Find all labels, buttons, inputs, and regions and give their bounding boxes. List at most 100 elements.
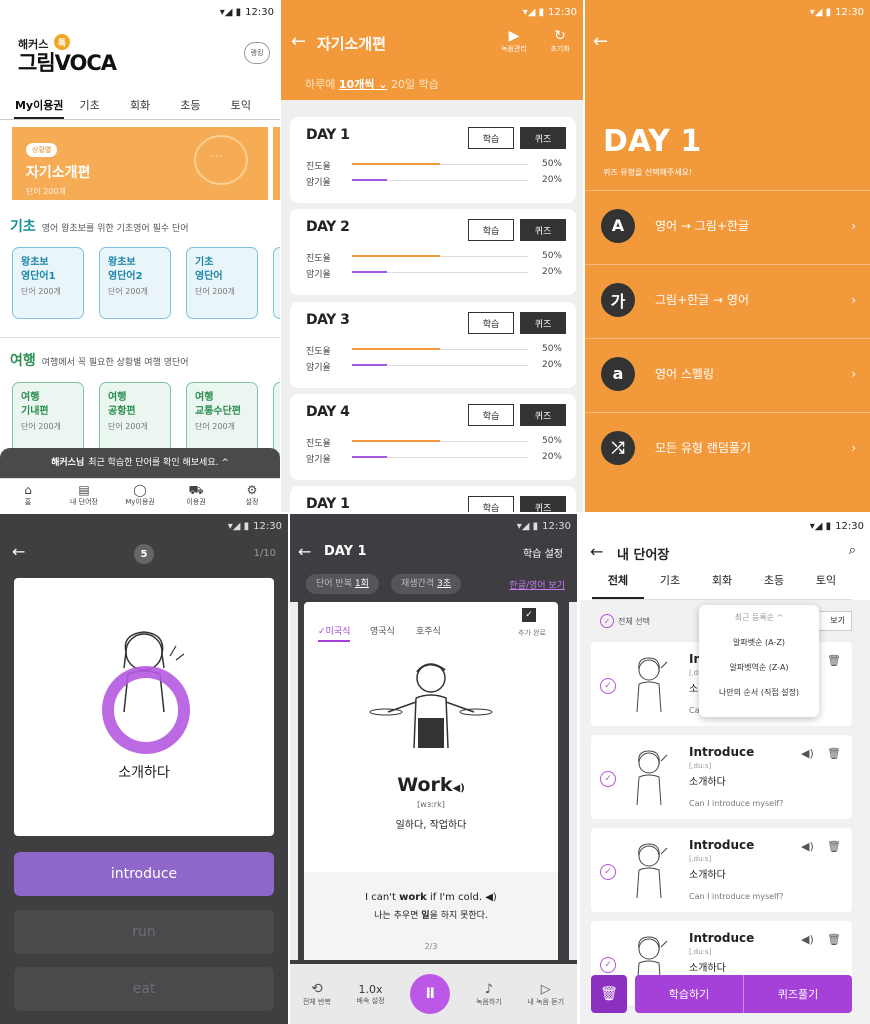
trash-icon[interactable]: 🗑 [827,654,841,667]
tab-elementary[interactable]: 초등 [165,96,215,119]
tab-toeic[interactable]: 토익 [216,96,266,119]
accent-au[interactable]: 호주식 [416,624,441,637]
check-circle-icon[interactable]: ✓ [600,678,616,694]
study-button[interactable]: 학습하기 [635,975,744,1013]
back-arrow-icon[interactable]: ← [593,31,608,52]
tab-my-pass[interactable]: My이용권 [14,96,65,119]
word-item[interactable]: ✓ Introduce [ˌdu:s] 소개하다 Can I introduce… [591,828,852,912]
pause-button[interactable]: Ⅱ [410,974,451,1014]
language-toggle[interactable]: 한글/영어 보기 [509,578,565,591]
vocab-card[interactable]: 여행 기내편 단어 200개 [12,382,84,454]
banner-count: 단어 200개 [26,187,66,196]
trash-icon[interactable]: 🗑 [827,840,841,853]
trash-icon[interactable]: 🗑 [591,975,627,1013]
study-button[interactable]: 학습 [468,312,514,334]
talk-badge: 톡 [54,34,70,50]
quiz-button[interactable]: 퀴즈 [520,219,566,241]
quiz-button[interactable]: 퀴즈 [520,127,566,149]
tab-toeic[interactable]: 토익 [800,572,852,599]
reset-button[interactable]: ↻ 초기화 [540,28,580,54]
record-button[interactable]: ♪ 녹음하기 [476,982,502,1007]
tab-all[interactable]: 전체 [592,572,644,599]
record-manage-button[interactable]: ▶ 녹음관리 [494,28,534,54]
check-circle-icon[interactable]: ✓ [600,864,616,880]
quiz-button[interactable]: 퀴즈풀기 [744,975,852,1013]
nav-my-pass[interactable]: ◯ My이용권 [112,479,168,512]
quiz-option-random[interactable]: ⤮ 모든 유형 랜덤풀기 › [585,412,870,482]
wordbook-header: ▾◢ ▮ 12:30 ← 내 단어장 ⌕ 전체 기초 회화 초등 토익 [580,514,870,600]
speaker-icon[interactable]: ◀) [801,933,814,946]
day-card[interactable]: DAY 2 학습 퀴즈 진도율 50% 암기율 20% [290,209,576,295]
answer-option[interactable]: introduce [14,852,274,896]
back-arrow-icon[interactable]: ← [590,542,603,561]
my-recording-button[interactable]: ▷ 내 녹음 듣기 [527,982,564,1007]
vocab-card[interactable]: 왕초보 영단어2 단어 200개 [99,247,171,319]
nav-wordbook[interactable]: ▤ 내 단어장 [56,479,112,512]
example-en: I can't work if I'm cold. ◀) [365,892,497,903]
trash-icon[interactable]: 🗑 [827,933,841,946]
quiz-option-spelling[interactable]: a 영어 스펠링 › [585,338,870,408]
tab-conversation[interactable]: 회화 [696,572,748,599]
trash-icon[interactable]: 🗑 [827,747,841,760]
nav-pass[interactable]: ⛟ 이용권 [168,479,224,512]
speaker-icon[interactable]: ◀) [801,840,814,853]
accent-us[interactable]: ✓미국식 [318,624,351,642]
speed-button[interactable]: 1.0x 배속 설정 [357,983,385,1006]
nav-settings[interactable]: ⚙ 설정 [224,479,280,512]
word-item[interactable]: ✓ Introduce [ˌdu:s] 소개하다 Can I introduce… [591,735,852,819]
status-bar: ▾◢ ▮ 12:30 [219,6,274,18]
search-icon[interactable]: ⌕ [849,543,856,558]
day-card[interactable]: DAY 1 학습 퀴즈 진도율 50% 암기율 20% [290,117,576,203]
timer-badge: 5 [134,544,154,564]
featured-banner[interactable]: 상황별 자기소개편 단어 200개 ··· [12,127,268,200]
sort-custom[interactable]: 나만의 순서 (직접 설정) [699,680,819,705]
quiz-button[interactable]: 퀴즈 [520,496,566,512]
speaker-icon[interactable]: ◀) [801,747,814,760]
vocab-card[interactable]: 여행 공항편 단어 200개 [99,382,171,454]
day-card[interactable]: DAY 1 학습 퀴즈 [290,486,576,512]
vocab-card[interactable]: 기초 영단어 단어 200개 [186,247,258,319]
study-button[interactable]: 학습 [468,496,514,512]
situation-pill: 상황별 [26,143,58,157]
vocab-card[interactable]: 여행 교통수단편 단어 200개 [186,382,258,454]
example-ko: 나는 추우면 일을 하지 못한다. [374,911,488,921]
back-arrow-icon[interactable]: ← [12,542,25,561]
quiz-option-img-to-en[interactable]: 가 그림+한글 → 영어 › [585,264,870,334]
select-all[interactable]: ✓ 전체 선택 [600,614,650,628]
check-circle-icon[interactable]: ✓ [600,771,616,787]
study-button[interactable]: 학습 [468,404,514,426]
study-button[interactable]: 학습 [468,219,514,241]
tab-elementary[interactable]: 초등 [748,572,800,599]
tab-basic[interactable]: 기초 [644,572,696,599]
check-icon[interactable]: ✓ [522,608,536,622]
back-arrow-icon[interactable]: ← [298,542,311,561]
quiz-option-en-to-img[interactable]: A 영어 → 그림+한글 › [585,190,870,260]
study-settings-button[interactable]: 학습 설정 [523,545,563,560]
nav-home[interactable]: ⌂ 홈 [0,479,56,512]
accent-uk[interactable]: 영국식 [370,624,395,637]
repeat-all-button[interactable]: ⟲ 전체 반복 [303,981,331,1007]
tab-conversation[interactable]: 회화 [115,96,165,119]
quiz-button[interactable]: 퀴즈 [520,312,566,334]
sort-az[interactable]: 알파벳순 (A-Z) [699,630,819,655]
vocab-card[interactable]: 왕초보 영단어1 단어 200개 [12,247,84,319]
day-card[interactable]: DAY 4 학습 퀴즈 진도율 50% 암기율 20% [290,394,576,480]
sort-za[interactable]: 알파벳역순 (Z-A) [699,655,819,680]
study-button[interactable]: 학습 [468,127,514,149]
repeat-setting[interactable]: 단어 반복 1회 [306,574,379,594]
quiz-button[interactable]: 퀴즈 [520,404,566,426]
refresh-icon: ↻ [554,28,566,44]
check-circle-icon[interactable]: ✓ [600,957,616,973]
tab-basic[interactable]: 기초 [64,96,114,119]
play-icon: ▶ [508,28,520,44]
sort-recent[interactable]: 최근 등록순 ^ [699,605,819,630]
answer-option[interactable]: eat [14,967,274,1011]
back-arrow-icon[interactable]: ← [291,31,306,52]
answer-option[interactable]: run [14,910,274,954]
interval-setting[interactable]: 재생간격 3초 [391,574,462,594]
day-card[interactable]: DAY 3 학습 퀴즈 진도율 50% 암기율 20% [290,302,576,388]
daily-goal[interactable]: 하루에 10개씩 ⌄ 20일 학습 [305,76,439,92]
recent-words-toast[interactable]: 해커스님 최근 학습한 단어를 확인 해보세요. ^ [0,448,280,478]
ranking-button[interactable]: 랭킹 [244,42,270,64]
word-title: Work◀) [397,774,465,796]
